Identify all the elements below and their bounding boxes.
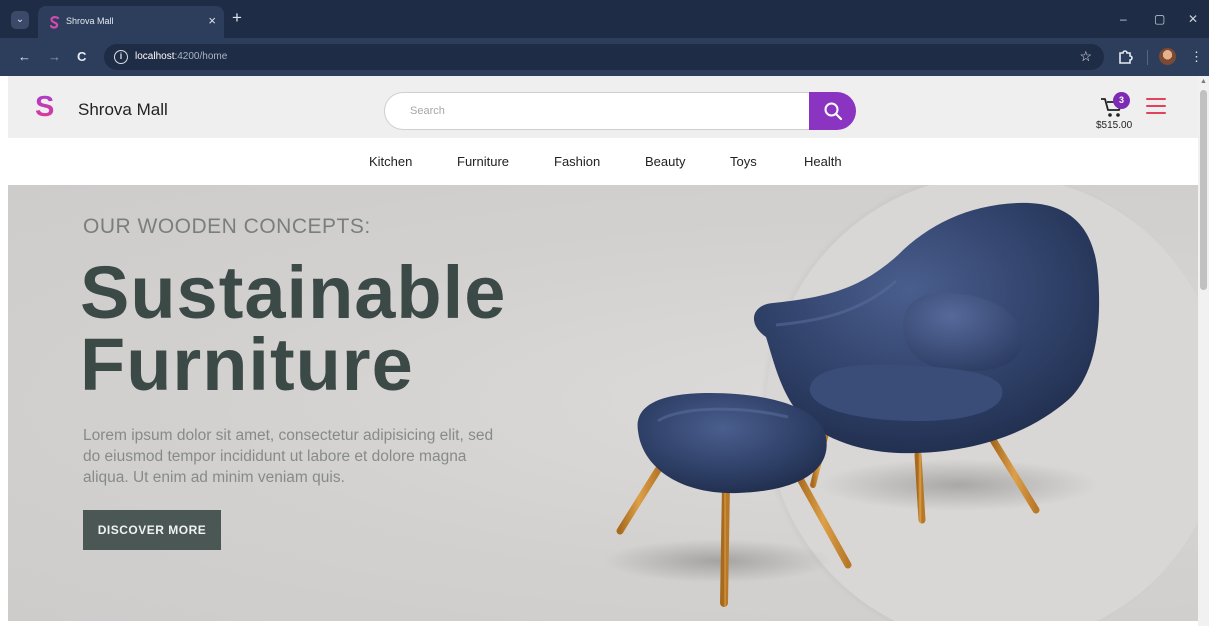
hero-title: Sustainable Furniture [80,251,507,406]
nav-item-beauty[interactable]: Beauty [645,154,685,169]
category-nav: Kitchen Furniture Fashion Beauty Toys He… [8,138,1198,185]
reload-button[interactable]: C [77,49,86,65]
hero-title-line-1: Sustainable [80,251,507,334]
tab-title: Shrova Mall [66,16,114,26]
hero-description: Lorem ipsum dolor sit amet, consectetur … [83,427,494,486]
nav-item-toys[interactable]: Toys [730,154,757,169]
web-page: S Shrova Mall 3 $515.00 Kitc [8,76,1198,626]
toolbar-divider [1147,50,1148,65]
minimize-button[interactable]: – [1120,12,1127,26]
tab-search-button[interactable]: ⌄ [11,11,29,29]
tab-close-icon[interactable]: × [208,13,216,29]
nav-item-furniture[interactable]: Furniture [457,154,509,169]
search-icon [824,102,842,121]
cart-button[interactable]: 3 $515.00 [1093,90,1137,134]
url-path: :4200/home [174,51,228,62]
address-bar[interactable]: i localhost:4200/home ☆ [104,44,1104,70]
back-button[interactable]: ← [18,49,31,65]
nav-item-fashion[interactable]: Fashion [554,154,600,169]
window-close-button[interactable]: ✕ [1188,12,1198,26]
nav-item-kitchen[interactable]: Kitchen [369,154,412,169]
search-button[interactable] [809,92,856,130]
search-bar [384,92,856,130]
cart-count-badge: 3 [1113,92,1130,109]
hero-kicker: OUR WOODEN CONCEPTS: [83,215,371,238]
profile-avatar[interactable] [1159,48,1176,65]
address-url[interactable]: localhost:4200/home [135,51,227,62]
scrollbar-thumb[interactable] [1200,90,1207,290]
search-input[interactable] [384,92,824,130]
browser-toolbar: ← → C i localhost:4200/home ☆ ⋮ [0,38,1209,76]
hero-title-line-2: Furniture [80,323,414,406]
site-favicon-icon [49,16,60,29]
browser-tab-active[interactable]: Shrova Mall × [38,6,224,38]
browser-menu-icon[interactable]: ⋮ [1190,49,1203,65]
page-scrollbar[interactable]: ▲ [1198,76,1209,626]
discover-more-button[interactable]: DISCOVER MORE [83,510,221,550]
bookmark-star-icon[interactable]: ☆ [1079,48,1092,65]
new-tab-button[interactable]: + [232,9,242,27]
nav-item-health[interactable]: Health [804,154,842,169]
scroll-up-arrow-icon[interactable]: ▲ [1200,78,1207,85]
restore-button[interactable]: ▢ [1154,12,1165,26]
url-host: localhost [135,51,175,62]
extensions-icon[interactable] [1117,48,1133,64]
forward-button[interactable]: → [48,49,61,65]
armchair-ottoman-image [603,202,1100,607]
hero-banner: OUR WOODEN CONCEPTS: Sustainable Furnitu… [8,185,1198,621]
brand-name[interactable]: Shrova Mall [78,100,168,120]
site-info-icon[interactable]: i [114,50,128,64]
site-logo[interactable]: S [35,92,54,122]
site-header: S Shrova Mall 3 $515.00 [8,76,1198,138]
browser-tab-strip: ⌄ Shrova Mall × + – ▢ ✕ [0,0,1209,38]
cart-total: $515.00 [1096,120,1133,131]
hamburger-menu-icon[interactable] [1146,98,1166,116]
